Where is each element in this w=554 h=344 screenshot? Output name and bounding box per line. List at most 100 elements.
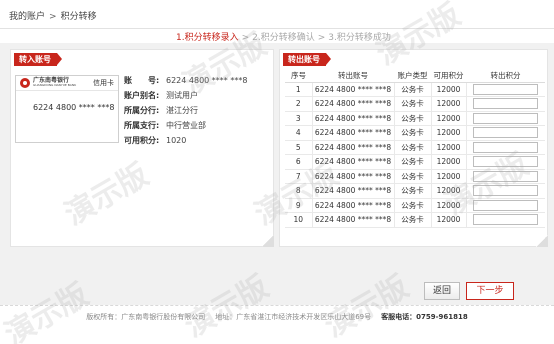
transfer-points-input[interactable] (473, 156, 539, 168)
panel-corner-fold (262, 235, 274, 247)
table-row: 7 6224 4800 **** ***8 公务卡 12000 (285, 169, 545, 184)
transfer-points-input[interactable] (473, 83, 539, 95)
bank-name: 广东南粤银行 GUANGDONG NANYUE BANK (33, 78, 76, 88)
table-row: 8 6224 4800 **** ***8 公务卡 12000 (285, 183, 545, 199)
row-points: 12000 (431, 111, 467, 126)
row-transfer-cell (466, 212, 545, 228)
info-value: 湛江分行 (166, 106, 198, 115)
row-transfer-cell (466, 154, 545, 170)
transfer-out-tab-label: 转出账号 (283, 53, 331, 66)
table-row: 2 6224 4800 **** ***8 公务卡 12000 (285, 96, 545, 112)
row-transfer-cell (466, 183, 545, 199)
header-account: 转出账号 (312, 69, 394, 83)
transfer-points-input[interactable] (473, 199, 539, 211)
transfer-points-input[interactable] (473, 170, 539, 182)
row-type: 公务卡 (394, 96, 432, 112)
info-row-points: 可用积分: 1020 (124, 133, 247, 148)
row-type: 公务卡 (394, 125, 432, 141)
row-no: 2 (285, 96, 313, 112)
step-arrow: > (317, 33, 326, 43)
footer-address: 地址：广东省湛江市经济技术开发区乐山大道69号 (215, 313, 372, 321)
row-account: 6224 4800 **** ***8 (312, 82, 395, 97)
table-row: 9 6224 4800 **** ***8 公务卡 12000 (285, 198, 545, 213)
row-type: 公务卡 (394, 169, 432, 184)
row-account: 6224 4800 **** ***8 (312, 212, 395, 228)
transfer-points-input[interactable] (473, 98, 539, 110)
row-type: 公务卡 (394, 183, 432, 199)
info-value: 1020 (166, 136, 187, 145)
header-points: 可用积分 (431, 69, 466, 83)
info-label: 可用积分: (124, 136, 160, 145)
info-value: 6224 4800 **** ***8 (166, 76, 248, 85)
row-transfer-cell (466, 125, 545, 141)
info-value: 中行营业部 (166, 121, 206, 130)
transfer-out-table: 序号 转出账号 账户类型 可用积分 转出积分 1 6224 4800 **** … (285, 69, 545, 228)
row-points: 12000 (431, 212, 467, 228)
row-type: 公务卡 (394, 111, 432, 126)
bank-logo: 广东南粤银行 GUANGDONG NANYUE BANK (20, 78, 76, 88)
row-type: 公务卡 (394, 82, 432, 97)
row-account: 6224 4800 **** ***8 (312, 125, 395, 141)
breadcrumb-home-link[interactable]: 我的账户 (9, 12, 45, 22)
row-no: 4 (285, 125, 313, 141)
footer-copyright: 版权所有：广东南粤银行股份有限公司 (86, 313, 206, 321)
header-type: 账户类型 (394, 69, 431, 83)
info-row-subbranch: 所属支行: 中行营业部 (124, 118, 247, 133)
row-account: 6224 4800 **** ***8 (312, 96, 395, 112)
info-label: 账户别名: (124, 91, 160, 100)
row-transfer-cell (466, 198, 545, 213)
step-2-confirm: 2.积分转移确认 (252, 33, 315, 43)
row-no: 6 (285, 154, 313, 170)
breadcrumb-separator: > (49, 12, 57, 22)
transfer-points-input[interactable] (473, 112, 539, 124)
table-row: 3 6224 4800 **** ***8 公务卡 12000 (285, 111, 545, 126)
table-row: 10 6224 4800 **** ***8 公务卡 12000 (285, 212, 545, 228)
row-account: 6224 4800 **** ***8 (312, 154, 395, 170)
row-no: 9 (285, 198, 313, 213)
transfer-points-input[interactable] (473, 214, 539, 226)
account-info: 账 号: 6224 4800 **** ***8 账户别名: 测试用户 所属分行… (124, 73, 247, 148)
row-account: 6224 4800 **** ***8 (312, 198, 395, 213)
step-1-entry: 1.积分转移录入 (176, 33, 239, 43)
footer-tel: 0759-961818 (416, 313, 468, 321)
footer-divider (0, 305, 554, 306)
table-row: 6 6224 4800 **** ***8 公务卡 12000 (285, 154, 545, 170)
row-transfer-cell (466, 169, 545, 184)
header-divider (0, 28, 554, 29)
card-type: 信用卡 (93, 79, 114, 87)
row-points: 12000 (431, 140, 467, 155)
row-points: 12000 (431, 96, 467, 112)
info-row-branch: 所属分行: 湛江分行 (124, 103, 247, 118)
table-header-row: 序号 转出账号 账户类型 可用积分 转出积分 (285, 69, 545, 83)
step-arrow: > (241, 33, 250, 43)
transfer-points-input[interactable] (473, 141, 539, 153)
row-points: 12000 (431, 198, 467, 213)
row-account: 6224 4800 **** ***8 (312, 140, 395, 155)
info-row-account: 账 号: 6224 4800 **** ***8 (124, 73, 247, 88)
row-transfer-cell (466, 111, 545, 126)
table-row: 1 6224 4800 **** ***8 公务卡 12000 (285, 82, 545, 97)
back-button[interactable]: 返回 (424, 282, 460, 300)
row-account: 6224 4800 **** ***8 (312, 111, 395, 126)
bank-name-en: GUANGDONG NANYUE BANK (33, 83, 77, 87)
next-step-button[interactable]: 下一步 (466, 282, 514, 300)
row-no: 3 (285, 111, 313, 126)
panel-corner-fold (536, 235, 548, 247)
footer-tel-label: 客服电话： (381, 313, 417, 321)
row-type: 公务卡 (394, 140, 432, 155)
step-indicator: 1.积分转移录入 >2.积分转移确认 >3.积分转移成功 (176, 30, 391, 43)
transfer-points-input[interactable] (473, 127, 539, 139)
row-no: 1 (285, 82, 313, 97)
row-points: 12000 (431, 183, 467, 199)
transfer-points-input[interactable] (473, 185, 539, 197)
info-value: 测试用户 (166, 91, 198, 100)
info-row-alias: 账户别名: 测试用户 (124, 88, 247, 103)
breadcrumb: 我的账户 > 积分转移 (9, 9, 97, 22)
info-label: 所属支行: (124, 121, 160, 130)
row-transfer-cell (466, 82, 545, 97)
row-type: 公务卡 (394, 212, 432, 228)
header-no: 序号 (285, 69, 312, 83)
row-type: 公务卡 (394, 154, 432, 170)
breadcrumb-current: 积分转移 (60, 12, 97, 22)
row-no: 10 (285, 212, 313, 228)
